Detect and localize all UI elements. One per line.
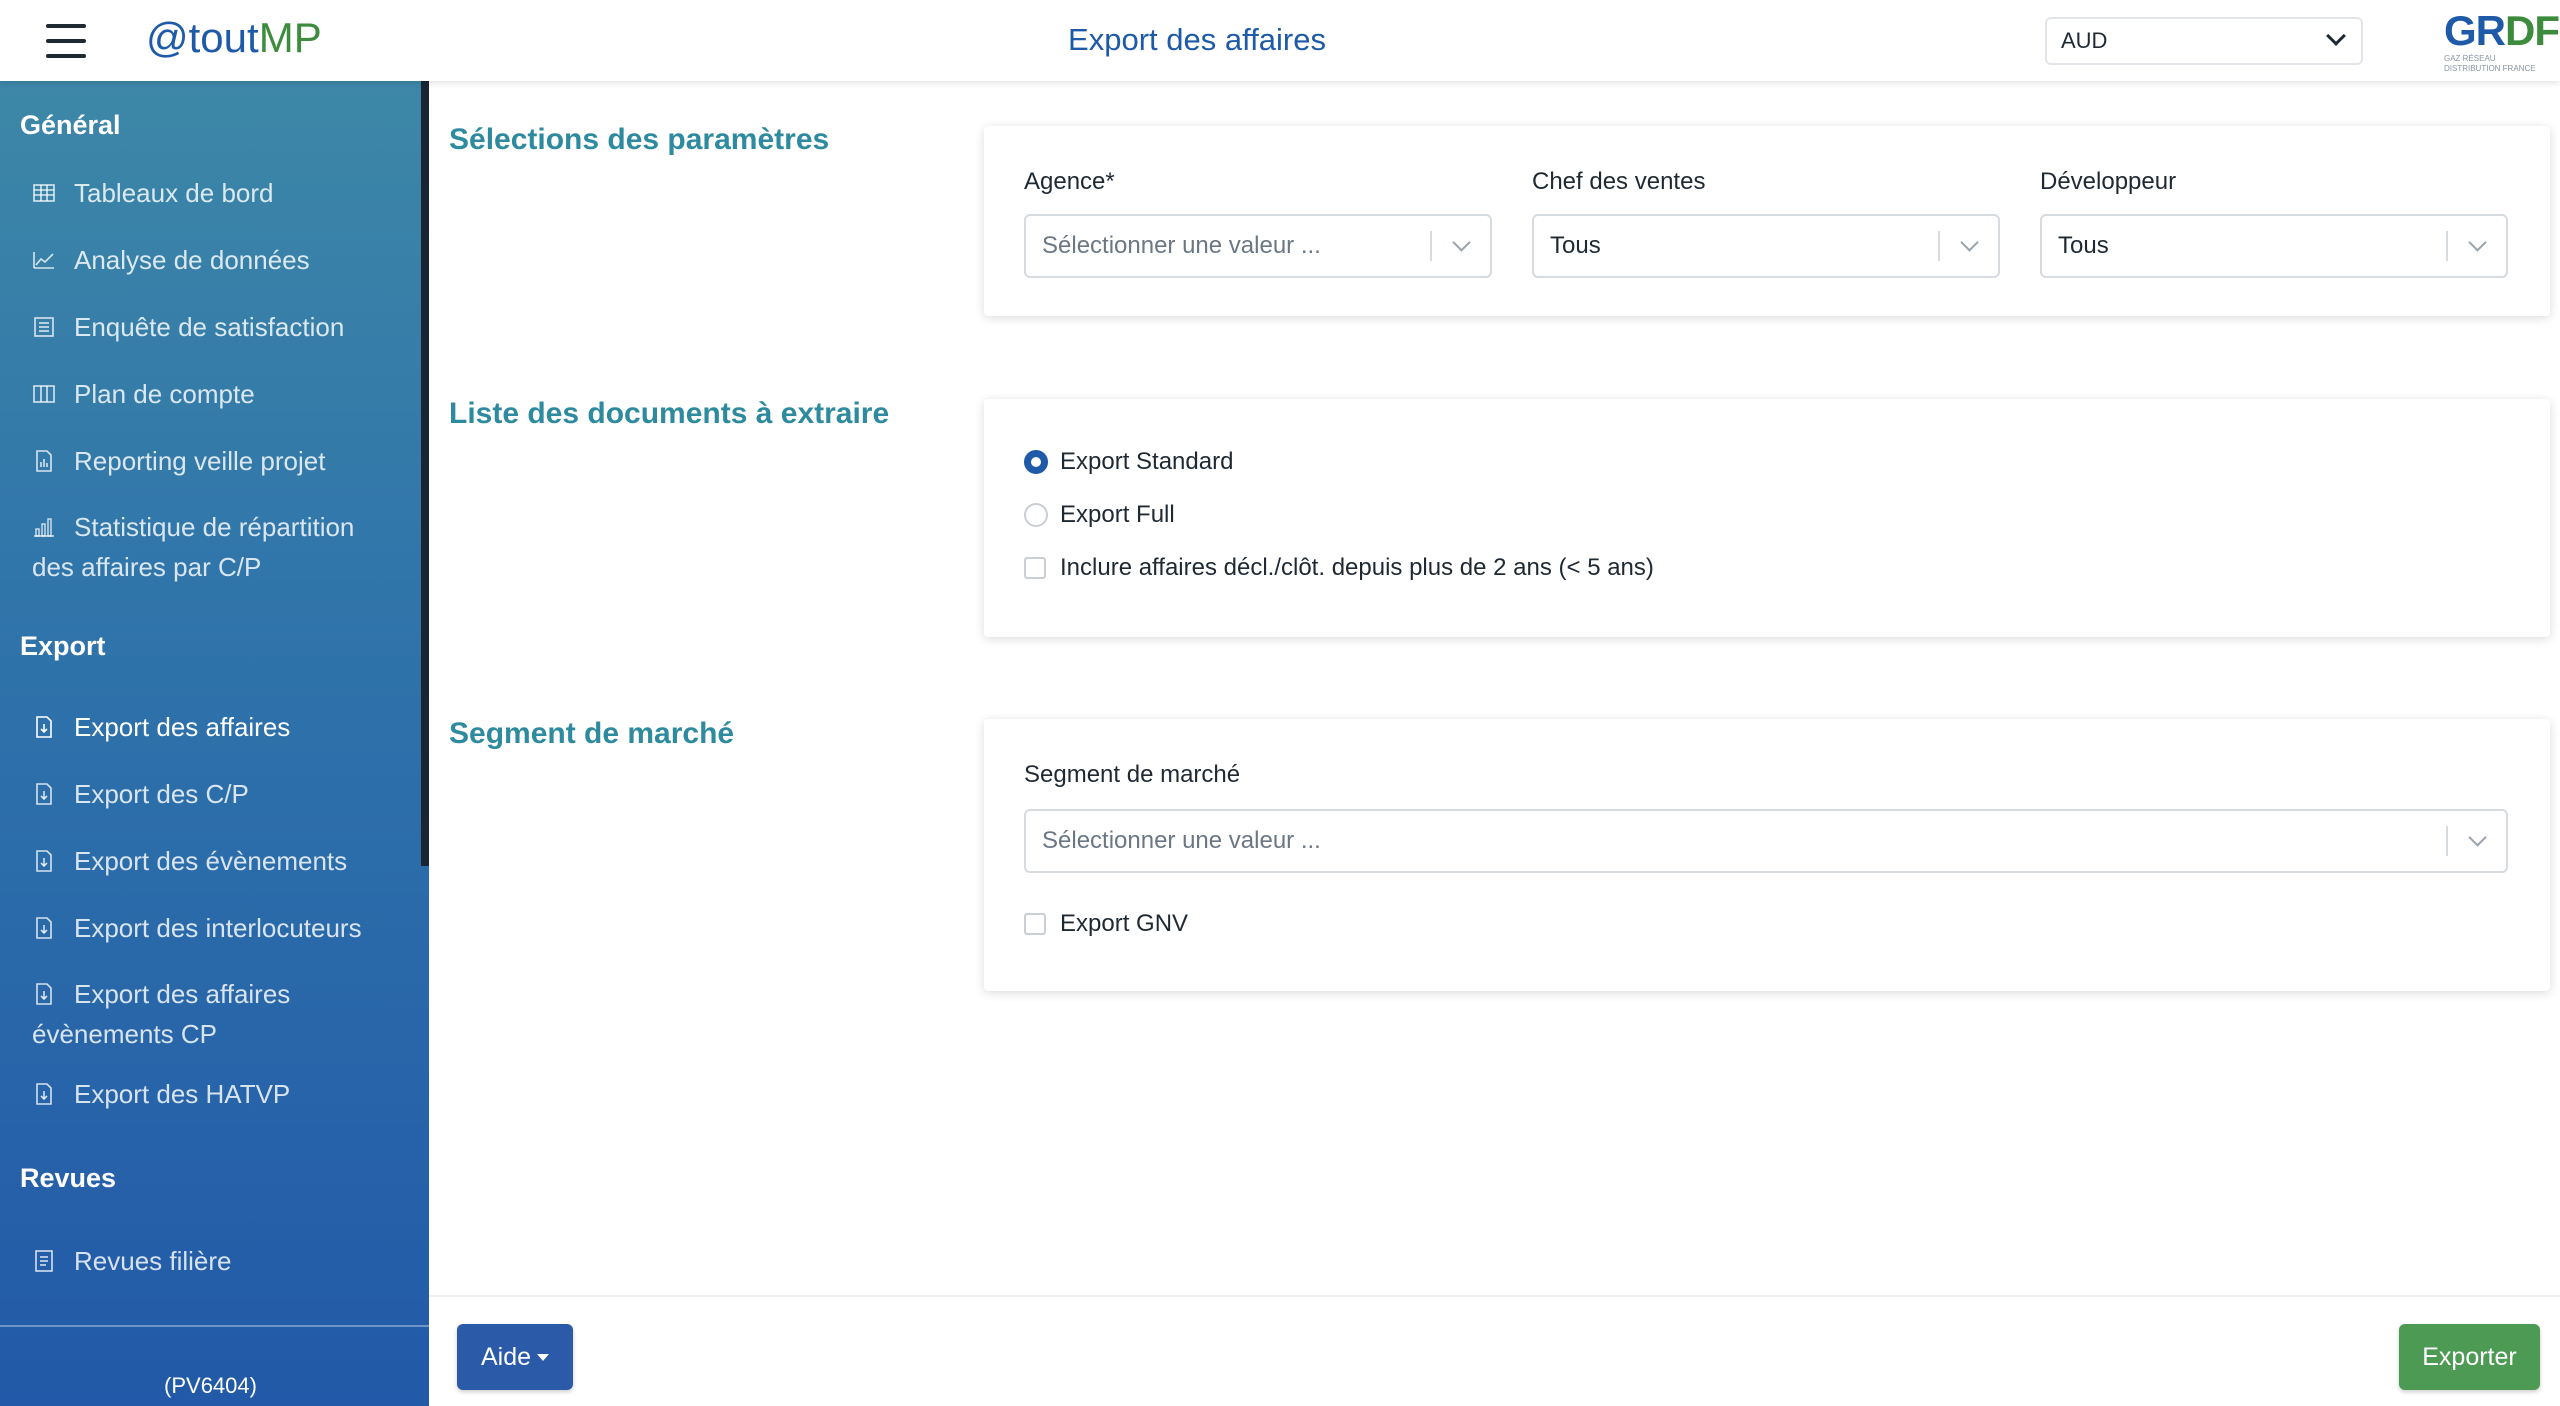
file-export-icon — [32, 977, 56, 1005]
agency-select[interactable]: AUD — [2045, 17, 2363, 65]
include-old-affairs-checkbox[interactable]: Inclure affaires décl./clôt. depuis plus… — [1024, 551, 1654, 585]
export-full-option[interactable]: Export Full — [1024, 498, 1175, 532]
sidebar-item-tableaux-de-bord[interactable]: Tableaux de bord — [32, 173, 392, 213]
report-icon — [32, 444, 56, 472]
chef-des-ventes-select[interactable]: Tous — [1532, 214, 2000, 278]
radio-checked-icon — [1024, 450, 1048, 474]
agence-label: Agence* — [1024, 168, 1115, 195]
sidebar-section-revues: Revues — [20, 1163, 117, 1193]
export-standard-option[interactable]: Export Standard — [1024, 445, 1233, 479]
file-export-icon — [32, 777, 56, 805]
main-content: Sélections des paramètres Agence* Sélect… — [429, 81, 2560, 1406]
sidebar-scrollbar[interactable] — [421, 81, 429, 866]
sidebar-item-export-des-affaires[interactable]: Export des affaires — [32, 707, 392, 747]
checkbox-icon — [1024, 557, 1046, 579]
segment-select[interactable]: Sélectionner une valeur ... — [1024, 809, 2508, 873]
sidebar-item-export-des-affaires-evenements-cp[interactable]: Export des affaires évènements CP — [32, 974, 402, 1054]
documents-card: Export Standard Export Full Inclure affa… — [984, 399, 2550, 637]
sidebar-item-statistique-repartition[interactable]: Statistique de répartition des affaires … — [32, 507, 402, 587]
chevron-down-icon — [2326, 26, 2346, 46]
sidebar-item-enquete-de-satisfaction[interactable]: Enquête de satisfaction — [32, 307, 392, 347]
caret-down-icon — [537, 1354, 550, 1361]
document-icon — [32, 1244, 56, 1272]
developpeur-select[interactable]: Tous — [2040, 214, 2508, 278]
sidebar-divider — [0, 1325, 429, 1327]
columns-icon — [32, 377, 56, 403]
file-export-icon — [32, 844, 56, 872]
sidebar-item-export-des-evenements[interactable]: Export des évènements — [32, 841, 392, 881]
help-button[interactable]: Aide — [457, 1324, 573, 1390]
sidebar-section-export: Export — [20, 631, 106, 661]
export-button[interactable]: Exporter — [2399, 1324, 2540, 1390]
segment-label: Segment de marché — [1024, 761, 1241, 788]
params-card: Agence* Sélectionner une valeur ... Chef… — [984, 126, 2550, 316]
chevron-down-icon — [2468, 233, 2487, 252]
sidebar-item-export-des-hatvp[interactable]: Export des HATVP — [32, 1074, 392, 1114]
chef-des-ventes-label: Chef des ventes — [1532, 168, 1706, 195]
table-icon — [32, 176, 56, 202]
sidebar-item-analyse-de-donnees[interactable]: Analyse de données — [32, 240, 392, 280]
chevron-down-icon — [1452, 233, 1471, 252]
chevron-down-icon — [2468, 828, 2487, 847]
developpeur-label: Développeur — [2040, 168, 2177, 195]
segment-card: Segment de marché Sélectionner une valeu… — [984, 719, 2550, 991]
footer-divider — [429, 1295, 2560, 1297]
sidebar-item-export-des-interlocuteurs[interactable]: Export des interlocuteurs — [32, 908, 392, 948]
section-heading-documents: Liste des documents à extraire — [449, 397, 890, 430]
file-export-icon — [32, 1077, 56, 1105]
sidebar-section-general: Général — [20, 110, 121, 140]
section-heading-parametres: Sélections des paramètres — [449, 123, 830, 156]
sidebar-item-export-des-cp[interactable]: Export des C/P — [32, 774, 392, 814]
section-heading-segment: Segment de marché — [449, 717, 735, 750]
grdf-logo: GRDF GAZ RÉSEAU DISTRIBUTION FRANCE — [2444, 7, 2560, 74]
line-chart-icon — [32, 243, 56, 269]
chevron-down-icon — [1960, 233, 1979, 252]
sidebar: Général Tableaux de bord Analyse de donn… — [0, 81, 429, 1406]
checkbox-icon — [1024, 913, 1046, 935]
sidebar-item-reporting-veille-projet[interactable]: Reporting veille projet — [32, 441, 392, 481]
export-gnv-checkbox[interactable]: Export GNV — [1024, 907, 1188, 941]
page-title: Export des affaires — [1068, 22, 1326, 57]
agence-select[interactable]: Sélectionner une valeur ... — [1024, 214, 1492, 278]
top-header: @toutMP Export des affaires AUD GRDF GAZ… — [0, 0, 2560, 81]
sidebar-item-revues-filiere[interactable]: Revues filière — [32, 1241, 392, 1281]
app-version: (PV6404) — [164, 1373, 257, 1398]
bar-chart-icon — [32, 510, 56, 537]
radio-unchecked-icon — [1024, 503, 1048, 527]
survey-icon — [32, 310, 56, 337]
sidebar-item-plan-de-compte[interactable]: Plan de compte — [32, 374, 392, 414]
file-export-icon — [32, 911, 56, 939]
file-export-icon — [32, 710, 56, 738]
